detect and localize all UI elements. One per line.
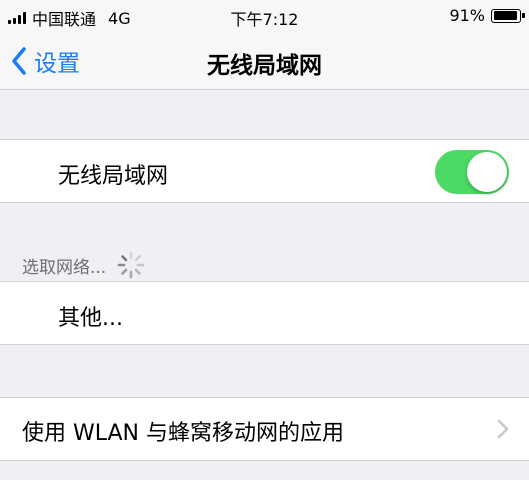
wifi-label: 无线局域网 (58, 164, 169, 189)
status-bar: 中国联通 4G 下午7:12 91% (0, 0, 529, 32)
battery-icon (491, 8, 525, 23)
loading-spinner-icon (117, 251, 145, 279)
wlan-cellular-apps-label: 使用 WLAN 与蜂窝移动网的应用 (22, 421, 345, 446)
other-network-row[interactable]: 其他... (0, 281, 529, 345)
status-right: 91% (449, 6, 525, 25)
choose-network-label: 选取网络... (22, 257, 107, 278)
other-network-label: 其他... (58, 306, 123, 331)
toggle-knob (467, 152, 507, 192)
choose-network-header: 选取网络... (22, 250, 146, 280)
wifi-toggle[interactable] (435, 150, 509, 194)
chevron-right-icon (497, 419, 509, 439)
navigation-bar: 设置 无线局域网 (0, 32, 529, 90)
battery-percent: 91% (449, 6, 485, 25)
wifi-row: 无线局域网 (0, 139, 529, 203)
page-title: 无线局域网 (207, 53, 322, 79)
wlan-cellular-apps-row[interactable]: 使用 WLAN 与蜂窝移动网的应用 (0, 397, 529, 461)
